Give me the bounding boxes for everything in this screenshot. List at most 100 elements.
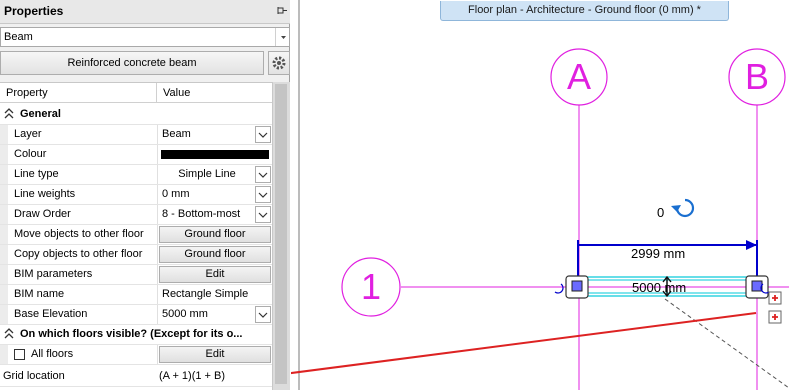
bim-name-value[interactable]: Rectangle Simple xyxy=(162,288,248,300)
type-selector[interactable]: Beam xyxy=(0,27,290,47)
panel-title: Properties xyxy=(4,4,64,18)
floor-plan-viewport[interactable]: Floor plan - Architecture - Ground floor… xyxy=(291,0,789,390)
row-gutter xyxy=(0,345,8,364)
grid-header: Property Value xyxy=(0,83,272,103)
copy-to-floor-button[interactable]: Ground floor xyxy=(159,246,271,263)
grid-location-value: (A + 1)(1 + B) xyxy=(159,370,226,382)
row-gutter xyxy=(0,145,8,164)
rotation-handle-icon xyxy=(675,198,695,218)
all-floors-checkbox[interactable] xyxy=(14,349,25,360)
draw-order-select[interactable]: 8 - Bottom-most xyxy=(159,206,271,223)
chevron-collapse-icon[interactable] xyxy=(4,108,14,120)
property-value-cell: Ground floor xyxy=(157,245,272,264)
grip-handle xyxy=(571,280,583,292)
property-name: Line weights xyxy=(14,188,76,200)
row-gutter xyxy=(0,225,8,244)
colour-swatch[interactable] xyxy=(161,150,269,159)
style-button[interactable]: Reinforced concrete beam xyxy=(0,51,264,75)
scrollbar-thumb[interactable] xyxy=(275,84,287,384)
property-value-cell: Edit xyxy=(157,265,272,284)
line-type-select[interactable]: Simple Line xyxy=(159,166,271,183)
grid-label-1: 1 xyxy=(360,266,382,307)
layer-select[interactable]: Beam xyxy=(159,126,271,143)
view-tab[interactable]: Floor plan - Architecture - Ground floor… xyxy=(440,1,729,21)
chevron-down-icon[interactable] xyxy=(275,28,290,46)
move-to-floor-button[interactable]: Ground floor xyxy=(159,226,271,243)
drawing-canvas[interactable] xyxy=(291,0,789,390)
property-value-cell xyxy=(157,145,272,164)
row-gutter xyxy=(0,265,8,284)
property-name: Base Elevation xyxy=(14,308,88,320)
gear-icon[interactable] xyxy=(268,51,290,75)
row-gutter xyxy=(0,165,8,184)
property-grid: Property Value General Layer Beam Colour xyxy=(0,82,272,390)
property-value-cell: Simple Line xyxy=(157,165,272,184)
property-row-layer: Layer Beam xyxy=(0,125,272,145)
chevron-collapse-icon[interactable] xyxy=(4,328,14,340)
property-value-cell: 5000 mm xyxy=(157,305,272,324)
row-gutter xyxy=(0,305,8,324)
row-gutter xyxy=(0,205,8,224)
section-label: General xyxy=(20,108,61,120)
grid-label-a: A xyxy=(566,56,591,97)
property-value-cell: 0 mm xyxy=(157,185,272,204)
chevron-down-icon[interactable] xyxy=(255,206,271,223)
property-name: BIM parameters xyxy=(14,268,93,280)
property-row-all-floors: All floors Edit xyxy=(0,345,272,365)
panel-titlebar: Properties xyxy=(0,0,290,24)
beam-label: 5000 mm xyxy=(632,280,687,295)
property-row-colour: Colour xyxy=(0,145,272,165)
property-row-draw-order: Draw Order 8 - Bottom-most xyxy=(0,205,272,225)
column-header-property: Property xyxy=(6,87,48,99)
property-name: Grid location xyxy=(3,370,65,382)
property-row-bim-name: BIM name Rectangle Simple xyxy=(0,285,272,305)
property-name: Copy objects to other floor xyxy=(14,248,143,260)
select-value: 5000 mm xyxy=(162,308,208,320)
line-weights-select[interactable]: 0 mm xyxy=(159,186,271,203)
chevron-down-icon[interactable] xyxy=(255,186,271,203)
property-row-line-weights: Line weights 0 mm xyxy=(0,185,272,205)
column-divider xyxy=(156,83,157,103)
section-general[interactable]: General xyxy=(0,105,272,125)
chevron-down-icon[interactable] xyxy=(255,166,271,183)
row-gutter xyxy=(0,245,8,264)
property-name: Line type xyxy=(14,168,59,180)
property-row-move-objects: Move objects to other floor Ground floor xyxy=(0,225,272,245)
property-value-cell[interactable]: Rectangle Simple xyxy=(157,285,272,304)
property-row-bim-parameters: BIM parameters Edit xyxy=(0,265,272,285)
panel-scrollbar[interactable] xyxy=(272,82,290,390)
all-floors-edit-button[interactable]: Edit xyxy=(159,346,271,363)
select-value: 8 - Bottom-most xyxy=(162,208,241,220)
property-row-copy-objects: Copy objects to other floor Ground floor xyxy=(0,245,272,265)
chevron-down-icon[interactable] xyxy=(255,306,271,323)
properties-panel: Properties Beam Reinforced concrete beam… xyxy=(0,0,290,390)
grid-label-b: B xyxy=(744,56,769,97)
bim-parameters-edit-button[interactable]: Edit xyxy=(159,266,271,283)
select-value: Simple Line xyxy=(178,168,236,180)
property-value-cell: 8 - Bottom-most xyxy=(157,205,272,224)
pin-icon[interactable] xyxy=(276,5,288,17)
property-value-cell: Edit xyxy=(157,345,272,364)
column-header-value: Value xyxy=(163,87,191,99)
callout-arrow-line xyxy=(291,312,757,375)
dimension-label[interactable]: 2999 mm xyxy=(631,246,685,261)
property-value-cell: (A + 1)(1 + B) xyxy=(157,367,272,386)
section-visibility[interactable]: On which floors visible? (Except for its… xyxy=(0,325,272,345)
property-name: Layer xyxy=(14,128,42,140)
select-value: 0 mm xyxy=(162,188,190,200)
section-label: On which floors visible? (Except for its… xyxy=(20,328,243,340)
property-name: Colour xyxy=(14,148,47,160)
property-name: BIM name xyxy=(14,288,65,300)
rotation-angle-label: 0 xyxy=(657,205,665,220)
property-name: Move objects to other floor xyxy=(14,228,144,240)
base-elevation-select[interactable]: 5000 mm xyxy=(159,306,271,323)
property-value-cell: Beam xyxy=(157,125,272,144)
rotate-icon xyxy=(554,283,564,294)
type-selector-value: Beam xyxy=(4,31,33,43)
chevron-down-icon[interactable] xyxy=(255,126,271,143)
property-name: All floors xyxy=(31,348,74,360)
property-row-grid-location: Grid location (A + 1)(1 + B) xyxy=(0,367,272,387)
property-row-line-type: Line type Simple Line xyxy=(0,165,272,185)
select-value: Beam xyxy=(162,128,191,140)
property-value-cell: Ground floor xyxy=(157,225,272,244)
